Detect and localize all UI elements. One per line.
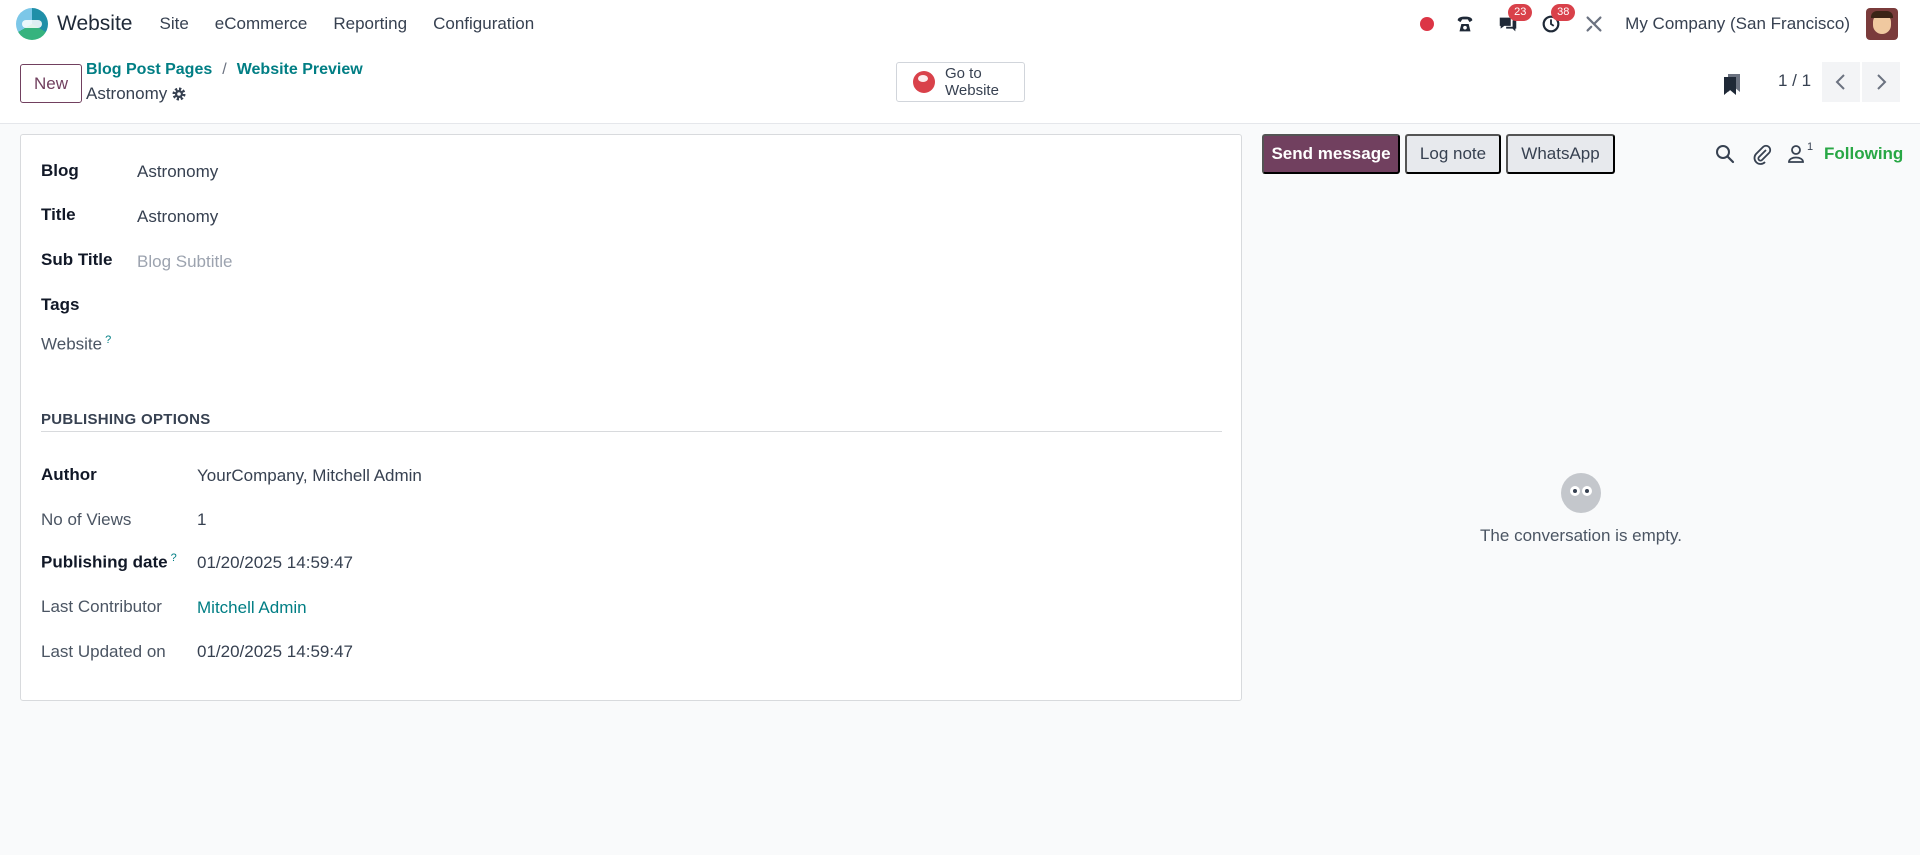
app-brand[interactable]: Website <box>16 8 132 40</box>
messages-badge: 23 <box>1508 4 1533 21</box>
menu-reporting[interactable]: Reporting <box>320 14 420 34</box>
website-label: Website? <box>41 334 111 355</box>
breadcrumb-website-preview[interactable]: Website Preview <box>237 61 363 79</box>
go-to-website-label: Go to Website <box>945 65 999 99</box>
user-avatar[interactable] <box>1866 8 1898 40</box>
followers-icon[interactable] <box>1785 143 1807 165</box>
empty-conversation-icon <box>1561 473 1601 513</box>
chevron-right-icon <box>1877 74 1887 90</box>
last-contributor-label: Last Contributor <box>41 597 162 616</box>
new-button[interactable]: New <box>20 64 82 103</box>
pager-next-button[interactable] <box>1862 62 1900 102</box>
messages-icon[interactable]: 23 <box>1496 4 1533 36</box>
publishing-date-label: Publishing date? <box>41 552 177 573</box>
menu-site[interactable]: Site <box>146 14 201 34</box>
main-menu: Site eCommerce Reporting Configuration <box>146 14 547 34</box>
breadcrumb: Blog Post Pages / Website Preview <box>86 61 363 79</box>
subtitle-label: Sub Title <box>41 250 113 269</box>
whatsapp-button[interactable]: WhatsApp <box>1506 134 1615 174</box>
record-name: Astronomy <box>86 84 168 103</box>
author-label: Author <box>41 465 97 484</box>
last-updated-label: Last Updated on <box>41 642 166 661</box>
title-label: Title <box>41 205 76 224</box>
subtitle-field[interactable]: Blog Subtitle <box>137 252 232 272</box>
send-message-button[interactable]: Send message <box>1262 134 1400 174</box>
systray: 23 38 My Company (San Francisco) <box>1420 0 1920 48</box>
followers-count: 1 <box>1807 141 1814 153</box>
chevron-left-icon <box>1835 74 1845 90</box>
bookmarks-icon[interactable] <box>1722 72 1742 96</box>
website-help-icon[interactable]: ? <box>105 334 111 346</box>
publishing-date-help-icon[interactable]: ? <box>171 552 177 564</box>
debug-tools-icon[interactable] <box>1582 12 1606 36</box>
views-field[interactable]: 1 <box>197 510 206 530</box>
following-button[interactable]: Following <box>1824 144 1903 164</box>
publishing-date-label-text: Publishing date <box>41 552 168 572</box>
blog-label: Blog <box>41 161 79 180</box>
search-icon[interactable] <box>1714 143 1736 165</box>
gear-icon[interactable] <box>171 86 187 102</box>
views-label: No of Views <box>41 510 132 529</box>
form-sheet: Blog Astronomy Title Astronomy Sub Title… <box>20 134 1242 701</box>
breadcrumb-blog-post-pages[interactable]: Blog Post Pages <box>86 61 212 79</box>
website-field[interactable] <box>137 334 537 356</box>
company-switcher[interactable]: My Company (San Francisco) <box>1625 14 1850 34</box>
globe-icon <box>913 71 935 93</box>
pager-value[interactable]: 1 / 1 <box>1778 71 1811 91</box>
tags-label: Tags <box>41 295 80 314</box>
website-label-text: Website <box>41 334 103 354</box>
menu-ecommerce[interactable]: eCommerce <box>202 14 321 34</box>
author-field[interactable]: YourCompany, Mitchell Admin <box>197 466 422 486</box>
log-note-button[interactable]: Log note <box>1405 134 1501 174</box>
control-panel: New Blog Post Pages / Website Preview As… <box>0 48 1920 124</box>
activities-clock-icon[interactable]: 38 <box>1539 4 1576 36</box>
record-title: Astronomy <box>86 84 187 104</box>
phone-icon[interactable] <box>1453 12 1477 36</box>
recording-indicator-icon[interactable] <box>1420 17 1435 31</box>
empty-conversation-text: The conversation is empty. <box>1480 526 1682 545</box>
go-to-website-button[interactable]: Go to Website <box>896 62 1025 102</box>
website-app-icon <box>16 8 48 40</box>
paperclip-icon[interactable] <box>1751 143 1773 165</box>
app-name: Website <box>57 12 133 35</box>
publishing-date-field[interactable]: 01/20/2025 14:59:47 <box>197 553 353 573</box>
pager-previous-button[interactable] <box>1822 62 1860 102</box>
last-updated-value: 01/20/2025 14:59:47 <box>197 642 353 661</box>
menu-configuration[interactable]: Configuration <box>420 14 547 34</box>
publishing-options-title: PUBLISHING OPTIONS <box>41 411 211 428</box>
tags-field[interactable] <box>137 295 537 317</box>
title-field[interactable]: Astronomy <box>137 207 218 227</box>
blog-field[interactable]: Astronomy <box>137 162 218 182</box>
section-divider <box>41 431 1222 432</box>
last-contributor-link[interactable]: Mitchell Admin <box>197 598 307 618</box>
top-navbar: Website Site eCommerce Reporting Configu… <box>0 0 1920 48</box>
breadcrumb-separator: / <box>222 61 227 78</box>
activities-badge: 38 <box>1551 4 1576 21</box>
